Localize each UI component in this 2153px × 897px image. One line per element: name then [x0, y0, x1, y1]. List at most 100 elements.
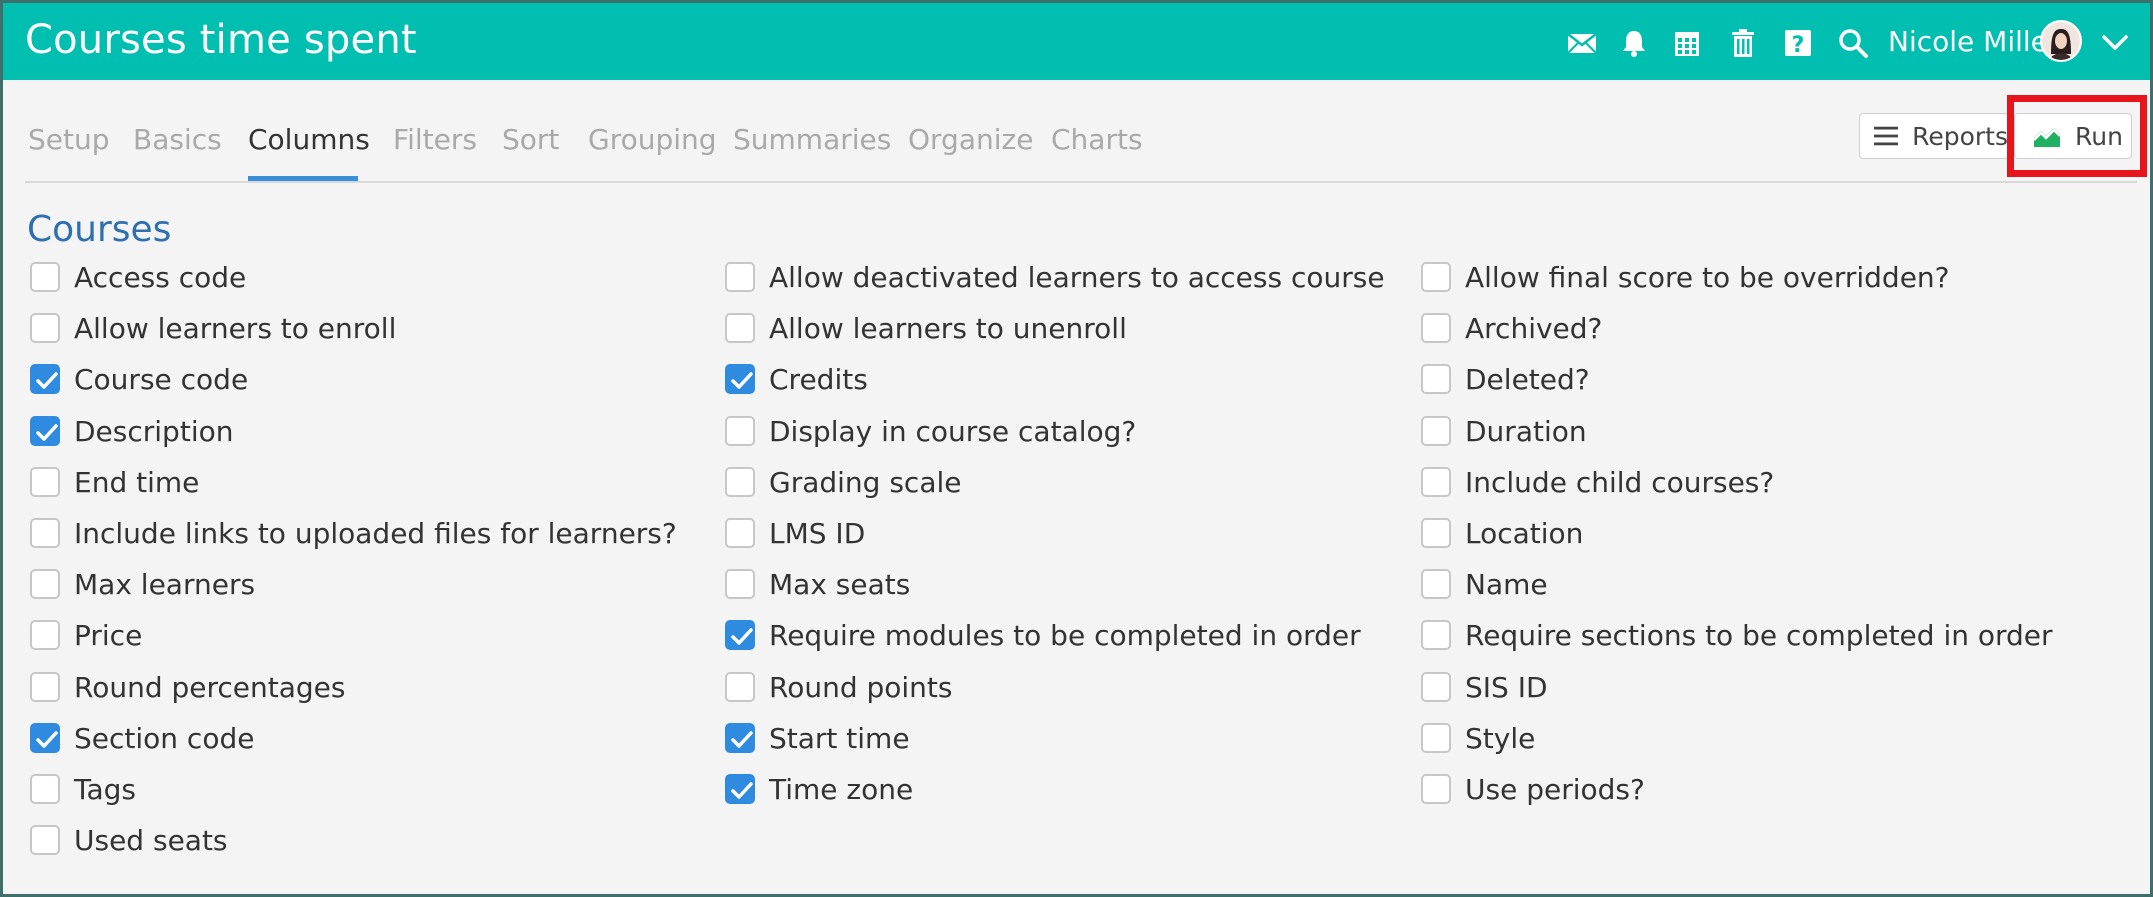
checkbox-checked[interactable]	[725, 620, 755, 650]
column-option[interactable]: Use periods?	[1421, 771, 1645, 807]
mail-icon[interactable]	[1566, 27, 1598, 59]
column-option[interactable]: Display in course catalog?	[725, 413, 1136, 449]
avatar[interactable]	[2040, 20, 2082, 62]
column-option[interactable]: Section code	[30, 720, 254, 756]
column-option[interactable]: Round points	[725, 669, 953, 705]
column-option[interactable]: Location	[1421, 515, 1583, 551]
column-option[interactable]: Allow deactivated learners to access cou…	[725, 259, 1385, 295]
checkbox-checked[interactable]	[30, 364, 60, 394]
column-option[interactable]: Allow learners to unenroll	[725, 310, 1127, 346]
checkbox[interactable]	[1421, 313, 1451, 343]
column-option[interactable]: Max learners	[30, 566, 255, 602]
chevron-down-icon[interactable]	[2100, 29, 2130, 55]
checkbox[interactable]	[1421, 569, 1451, 599]
checkbox[interactable]	[725, 672, 755, 702]
checkbox-checked[interactable]	[30, 416, 60, 446]
checkbox-checked[interactable]	[725, 723, 755, 753]
checkbox[interactable]	[725, 262, 755, 292]
column-option[interactable]: Credits	[725, 361, 868, 397]
column-option-label: Allow deactivated learners to access cou…	[769, 260, 1385, 294]
checkbox-checked[interactable]	[725, 774, 755, 804]
column-option[interactable]: Duration	[1421, 413, 1587, 449]
tab-basics[interactable]: Basics	[133, 123, 222, 156]
column-option[interactable]: End time	[30, 464, 199, 500]
checkbox[interactable]	[1421, 672, 1451, 702]
column-option[interactable]: Time zone	[725, 771, 913, 807]
tab-filters[interactable]: Filters	[393, 123, 477, 156]
tab-summaries[interactable]: Summaries	[733, 123, 891, 156]
checkbox[interactable]	[1421, 416, 1451, 446]
column-option[interactable]: Require modules to be completed in order	[725, 617, 1361, 653]
column-option[interactable]: Deleted?	[1421, 361, 1590, 397]
checkbox[interactable]	[30, 774, 60, 804]
column-option[interactable]: Name	[1421, 566, 1548, 602]
search-icon[interactable]	[1837, 27, 1869, 59]
help-icon[interactable]: ?	[1782, 27, 1814, 59]
checkbox[interactable]	[1421, 518, 1451, 548]
checkbox-checked[interactable]	[30, 723, 60, 753]
tab-organize[interactable]: Organize	[908, 123, 1033, 156]
run-button-label: Run	[2075, 121, 2123, 151]
column-option[interactable]: Course code	[30, 361, 248, 397]
bell-icon[interactable]	[1618, 27, 1650, 59]
column-option-label: Max learners	[74, 567, 256, 601]
column-option[interactable]: SIS ID	[1421, 669, 1548, 705]
column-option-label: Tags	[74, 772, 136, 806]
checkbox-checked[interactable]	[725, 364, 755, 394]
column-option[interactable]: Require sections to be completed in orde…	[1421, 617, 2053, 653]
column-option[interactable]: Max seats	[725, 566, 910, 602]
column-option-label: Grading scale	[769, 465, 962, 499]
checkbox[interactable]	[1421, 364, 1451, 394]
column-option[interactable]: Round percentages	[30, 669, 345, 705]
column-option[interactable]: Include child courses?	[1421, 464, 1774, 500]
checkbox[interactable]	[30, 569, 60, 599]
checkbox[interactable]	[30, 672, 60, 702]
menu-icon	[1874, 126, 1899, 146]
checkbox[interactable]	[1421, 620, 1451, 650]
column-option-label: End time	[74, 465, 200, 499]
column-option[interactable]: Tags	[30, 771, 136, 807]
reports-button[interactable]: Reports	[1859, 113, 2009, 159]
checkbox[interactable]	[725, 518, 755, 548]
column-option[interactable]: Access code	[30, 259, 246, 295]
column-option[interactable]: Price	[30, 617, 142, 653]
user-name[interactable]: Nicole Miller	[1888, 25, 2059, 58]
column-option[interactable]: Used seats	[30, 822, 228, 858]
checkbox[interactable]	[725, 569, 755, 599]
column-option[interactable]: Description	[30, 413, 233, 449]
column-option[interactable]: Allow learners to enroll	[30, 310, 396, 346]
app-window: Courses time spent ? Nicole Miller Setup…	[0, 0, 2153, 897]
checkbox[interactable]	[1421, 774, 1451, 804]
checkbox[interactable]	[30, 313, 60, 343]
trash-icon[interactable]	[1727, 27, 1759, 59]
tab-setup[interactable]: Setup	[28, 123, 110, 156]
checkbox[interactable]	[1421, 723, 1451, 753]
checkbox[interactable]	[1421, 262, 1451, 292]
checkbox[interactable]	[30, 825, 60, 855]
column-option[interactable]: Style	[1421, 720, 1535, 756]
column-option[interactable]: Allow final score to be overridden?	[1421, 259, 1950, 295]
calendar-icon[interactable]	[1671, 27, 1703, 59]
checkbox[interactable]	[30, 262, 60, 292]
checkbox[interactable]	[1421, 467, 1451, 497]
column-option[interactable]: Include links to uploaded files for lear…	[30, 515, 677, 551]
checkbox[interactable]	[30, 467, 60, 497]
tab-columns[interactable]: Columns	[248, 123, 370, 156]
tab-sort[interactable]: Sort	[502, 123, 559, 156]
tab-grouping[interactable]: Grouping	[588, 123, 717, 156]
checkbox[interactable]	[725, 416, 755, 446]
column-option[interactable]: Start time	[725, 720, 910, 756]
column-option-label: Include links to uploaded files for lear…	[74, 516, 677, 550]
run-button[interactable]: Run	[2014, 113, 2132, 159]
column-option[interactable]: Archived?	[1421, 310, 1602, 346]
checkbox[interactable]	[725, 313, 755, 343]
column-option-label: Round points	[769, 670, 953, 704]
top-bar: Courses time spent ? Nicole Miller	[3, 3, 2150, 80]
checkbox[interactable]	[30, 518, 60, 548]
column-option[interactable]: Grading scale	[725, 464, 962, 500]
tab-charts[interactable]: Charts	[1051, 123, 1143, 156]
column-option-label: Round percentages	[74, 670, 346, 704]
checkbox[interactable]	[30, 620, 60, 650]
checkbox[interactable]	[725, 467, 755, 497]
column-option[interactable]: LMS ID	[725, 515, 865, 551]
